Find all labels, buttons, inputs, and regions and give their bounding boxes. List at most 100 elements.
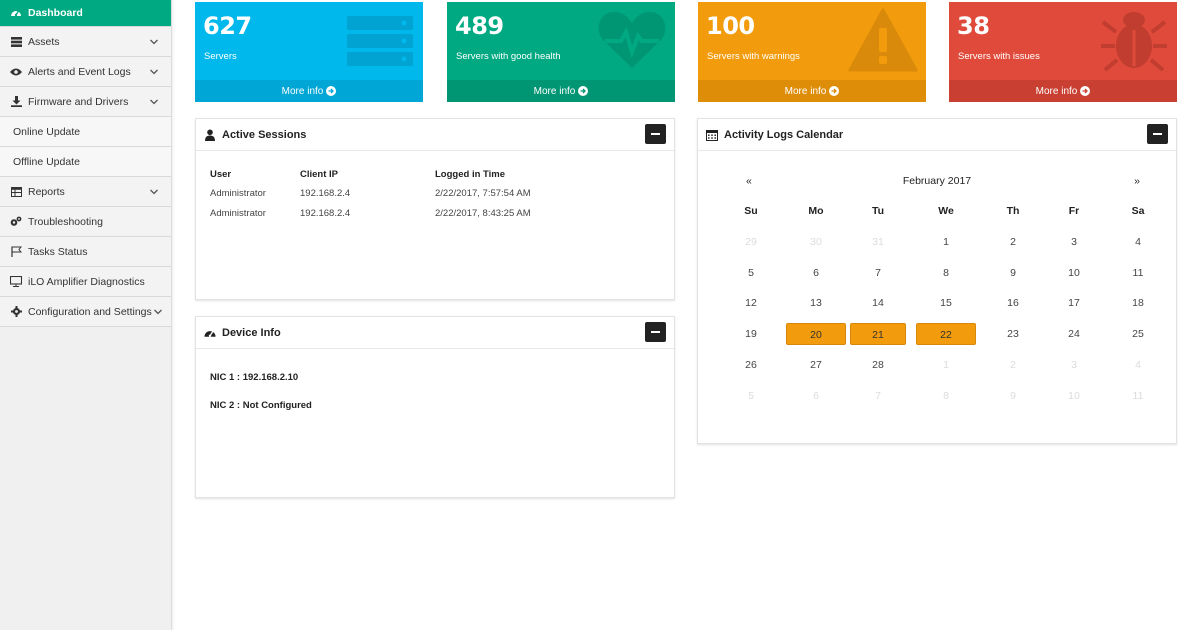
gear-icon (10, 306, 22, 318)
nav-online-update[interactable]: Online Update (0, 117, 171, 147)
calendar-day[interactable]: 9 (982, 385, 1044, 407)
calendar-day[interactable]: 18 (1107, 292, 1169, 314)
calendar-day[interactable]: 13 (786, 292, 846, 314)
heartbeat-icon (598, 11, 666, 68)
nav-reports[interactable]: Reports (0, 177, 171, 207)
nav-label: Reports (28, 185, 65, 198)
arrow-circle-right-icon (326, 86, 337, 96)
table-header-row: User Client IP Logged in Time (210, 169, 531, 188)
calendar-day[interactable]: 17 (1044, 292, 1104, 314)
nav-diagnostics[interactable]: iLO Amplifier Diagnostics (0, 267, 171, 297)
calendar-day[interactable]: 11 (1107, 262, 1169, 284)
calendar-day-highlighted[interactable]: 20 (786, 323, 846, 346)
calendar-day[interactable]: 8 (916, 262, 976, 284)
calendar-day[interactable]: 15 (916, 292, 976, 314)
warnings-card: 100 Servers with warnings More info (698, 2, 926, 102)
server-stack-icon (347, 16, 413, 66)
calendar-day[interactable]: 3 (1044, 354, 1104, 376)
issues-label: Servers with issues (958, 51, 1040, 62)
chevron-down-icon (150, 189, 158, 194)
calendar-day[interactable]: 3 (1044, 231, 1104, 253)
calendar-day[interactable]: 4 (1107, 231, 1169, 253)
chevron-down-icon (150, 39, 158, 44)
more-info-label: More info (533, 85, 576, 97)
calendar-day[interactable]: 28 (850, 354, 906, 376)
nav-dashboard[interactable]: Dashboard (0, 0, 171, 27)
collapse-sessions-button[interactable] (645, 124, 666, 144)
arrow-circle-right-icon (578, 86, 589, 96)
calendar-day[interactable]: 12 (720, 292, 782, 314)
chevron-down-icon (150, 99, 158, 104)
weekday-header: Th (1006, 205, 1020, 217)
nav-troubleshooting[interactable]: Troubleshooting (0, 207, 171, 237)
issues-more-info-link[interactable]: More info (949, 80, 1177, 102)
calendar-day[interactable]: 25 (1107, 323, 1169, 345)
nav-alerts[interactable]: Alerts and Event Logs (0, 57, 171, 87)
download-icon (10, 96, 22, 108)
weekday-header: Fr (1068, 205, 1080, 217)
calendar-icon (706, 129, 718, 141)
servers-card: 627 Servers More info (195, 2, 423, 102)
calendar-day[interactable]: 24 (1044, 323, 1104, 345)
activity-calendar-header: Activity Logs Calendar (698, 119, 1176, 151)
calendar-day[interactable]: 27 (786, 354, 846, 376)
good-health-more-info-link[interactable]: More info (447, 80, 675, 102)
sidebar: Dashboard Assets Alerts and Event Logs F… (0, 0, 172, 630)
calendar-day[interactable]: 4 (1107, 354, 1169, 376)
nav-label: Firmware and Drivers (28, 95, 129, 108)
calendar-day[interactable]: 9 (982, 262, 1044, 284)
nav-label: Dashboard (28, 7, 83, 19)
nav-firmware[interactable]: Firmware and Drivers (0, 87, 171, 117)
calendar-day[interactable]: 30 (786, 231, 846, 253)
calendar-day[interactable]: 19 (720, 323, 782, 345)
calendar-day-highlighted[interactable]: 22 (916, 323, 976, 346)
warnings-label: Servers with warnings (707, 51, 800, 62)
calendar-day[interactable]: 14 (850, 292, 906, 314)
calendar-day[interactable]: 6 (786, 262, 846, 284)
good-health-label: Servers with good health (456, 51, 561, 62)
weekday-header: Tu (871, 205, 885, 217)
nic1-info: NIC 1 : 192.168.2.10 (210, 372, 299, 383)
cell-user: Administrator (210, 208, 266, 219)
calendar-day[interactable]: 6 (786, 385, 846, 407)
panel-title: Device Info (222, 326, 281, 339)
calendar-day[interactable]: 26 (720, 354, 782, 376)
collapse-device-info-button[interactable] (645, 322, 666, 342)
nav-offline-update[interactable]: Offline Update (0, 147, 171, 177)
panel-title: Active Sessions (222, 128, 307, 141)
arrow-circle-right-icon (829, 86, 840, 96)
nav-label: Configuration and Settings (28, 305, 152, 318)
calendar-day[interactable]: 29 (720, 231, 782, 253)
calendar-day[interactable]: 1 (916, 231, 976, 253)
nav-assets[interactable]: Assets (0, 27, 171, 57)
device-info-header: Device Info (196, 317, 674, 349)
calendar-day[interactable]: 2 (982, 231, 1044, 253)
active-sessions-header: Active Sessions (196, 119, 674, 151)
calendar-day[interactable]: 5 (720, 385, 782, 407)
warnings-more-info-link[interactable]: More info (698, 80, 926, 102)
calendar-day-highlighted[interactable]: 21 (850, 323, 906, 346)
calendar-day[interactable]: 11 (1107, 385, 1169, 407)
weekday-header: We (938, 205, 954, 217)
calendar-day[interactable]: 31 (850, 231, 906, 253)
nav-configuration[interactable]: Configuration and Settings (0, 297, 171, 327)
calendar-next-button[interactable]: » (1134, 175, 1140, 187)
more-info-label: More info (784, 85, 827, 97)
calendar-day[interactable]: 1 (916, 354, 976, 376)
nav-tasks-status[interactable]: Tasks Status (0, 237, 171, 267)
cell-client-ip: 192.168.2.4 (300, 188, 351, 199)
calendar-day[interactable]: 8 (916, 385, 976, 407)
column-header-client-ip: Client IP (300, 169, 339, 180)
cell-logged-in-time: 2/22/2017, 8:43:25 AM (435, 208, 531, 219)
calendar-day[interactable]: 23 (982, 323, 1044, 345)
collapse-calendar-button[interactable] (1147, 124, 1168, 144)
cell-logged-in-time: 2/22/2017, 7:57:54 AM (435, 188, 531, 199)
calendar-day[interactable]: 2 (982, 354, 1044, 376)
calendar-day[interactable]: 16 (982, 292, 1044, 314)
calendar-day[interactable]: 7 (850, 262, 906, 284)
calendar-day[interactable]: 10 (1044, 262, 1104, 284)
calendar-day[interactable]: 7 (850, 385, 906, 407)
calendar-day[interactable]: 10 (1044, 385, 1104, 407)
servers-more-info-link[interactable]: More info (195, 80, 423, 102)
calendar-day[interactable]: 5 (720, 262, 782, 284)
